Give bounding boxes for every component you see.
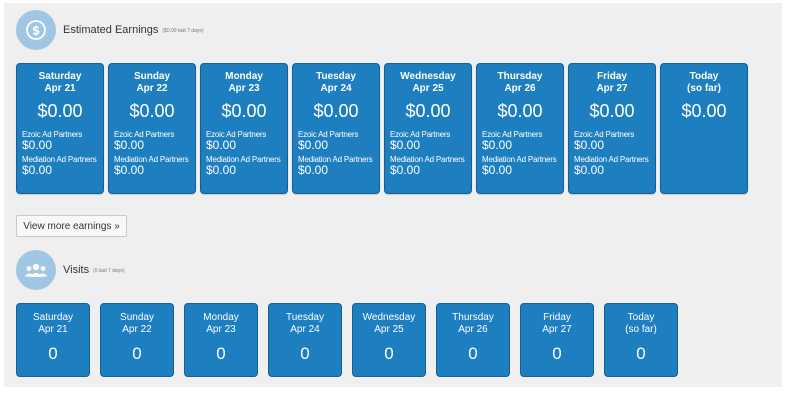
visits-icon-circle	[16, 250, 56, 290]
visits-card-saturday: Saturday Apr 21 0	[16, 303, 90, 377]
card-day: Wednesday	[362, 312, 416, 323]
card-day: Tuesday	[316, 71, 356, 82]
card-date: Apr 23	[228, 83, 260, 94]
card-date: Apr 27	[596, 83, 628, 94]
card-day: Saturday	[38, 71, 82, 82]
earnings-title: Estimated Earnings	[63, 24, 159, 36]
card-day: Friday	[543, 312, 571, 323]
earnings-card-thursday: Thursday Apr 26 $0.00 Ezoic Ad Partners …	[476, 63, 564, 194]
partner-value-mediation: $0.00	[574, 163, 605, 177]
partner-value-ezoic: $0.00	[114, 138, 145, 152]
card-date: Apr 23	[206, 324, 236, 335]
card-date: (so far)	[687, 83, 721, 94]
card-date: Apr 21	[38, 324, 68, 335]
partner-value-mediation: $0.00	[22, 163, 53, 177]
visits-card-thursday: Thursday Apr 26 0	[436, 303, 510, 377]
card-day: Thursday	[452, 312, 494, 323]
dollar-coin-icon: $	[26, 20, 46, 40]
card-date: Apr 26	[504, 83, 536, 94]
card-day: Wednesday	[400, 71, 456, 82]
card-date: Apr 24	[320, 83, 352, 94]
card-day: Sunday	[133, 71, 171, 82]
earnings-card-friday: Friday Apr 27 $0.00 Ezoic Ad Partners $0…	[568, 63, 656, 194]
earnings-card-tuesday: Tuesday Apr 24 $0.00 Ezoic Ad Partners $…	[292, 63, 380, 194]
card-total: $0.00	[129, 101, 175, 121]
card-day: Monday	[203, 312, 239, 323]
visit-count: 0	[384, 344, 394, 363]
card-date: Apr 25	[374, 324, 404, 335]
card-total: $0.00	[221, 101, 267, 121]
card-day: Today	[627, 312, 655, 323]
card-date: Apr 26	[458, 324, 488, 335]
visit-count: 0	[468, 344, 478, 363]
partner-value-mediation: $0.00	[298, 163, 329, 177]
partner-value-mediation: $0.00	[114, 163, 145, 177]
partner-value-ezoic: $0.00	[390, 138, 421, 152]
visit-count: 0	[300, 344, 310, 363]
visits-cards: Saturday Apr 21 0 Sunday Apr 22 0 Monday…	[16, 303, 678, 377]
card-date: Apr 24	[290, 324, 320, 335]
visits-card-tuesday: Tuesday Apr 24 0	[268, 303, 342, 377]
card-date: Apr 22	[136, 83, 168, 94]
card-date: Apr 25	[412, 83, 444, 94]
card-day: Monday	[225, 71, 263, 82]
visits-card-wednesday: Wednesday Apr 25 0	[352, 303, 426, 377]
partner-value-mediation: $0.00	[206, 163, 237, 177]
earnings-icon-circle: $	[16, 10, 56, 50]
card-date: (so far)	[625, 324, 657, 335]
card-total: $0.00	[589, 101, 635, 121]
card-day: Tuesday	[286, 312, 324, 323]
visits-header: Visits (0 last 7 days)	[16, 250, 125, 290]
visits-title: Visits	[63, 264, 90, 276]
view-more-earnings-button[interactable]: View more earnings »	[16, 215, 127, 237]
visits-subtitle: (0 last 7 days)	[93, 268, 125, 274]
card-total: $0.00	[405, 101, 451, 121]
visits-card-monday: Monday Apr 23 0	[184, 303, 258, 377]
card-day: Today	[689, 71, 719, 82]
card-day: Sunday	[120, 312, 154, 323]
card-total: $0.00	[313, 101, 359, 121]
visits-card-friday: Friday Apr 27 0	[520, 303, 594, 377]
partner-value-mediation: $0.00	[482, 163, 513, 177]
visits-card-today: Today (so far) 0	[604, 303, 678, 377]
visits-card-sunday: Sunday Apr 22 0	[100, 303, 174, 377]
visit-count: 0	[132, 344, 142, 363]
partner-value-ezoic: $0.00	[206, 138, 237, 152]
card-day: Saturday	[32, 312, 74, 323]
card-date: Apr 22	[122, 324, 152, 335]
card-date: Apr 27	[542, 324, 572, 335]
partner-value-ezoic: $0.00	[482, 138, 513, 152]
earnings-card-monday: Monday Apr 23 $0.00 Ezoic Ad Partners $0…	[200, 63, 288, 194]
svg-text:$: $	[32, 24, 40, 38]
visit-count: 0	[552, 344, 562, 363]
users-icon	[24, 263, 48, 277]
earnings-header: $ Estimated Earnings ($0.00 last 7 days)	[16, 10, 204, 50]
partner-value-ezoic: $0.00	[22, 138, 53, 152]
partner-value-mediation: $0.00	[390, 163, 421, 177]
card-total: $0.00	[681, 101, 727, 121]
card-day: Friday	[596, 71, 627, 82]
earnings-cards: Saturday Apr 21 $0.00 Ezoic Ad Partners …	[16, 63, 748, 194]
earnings-subtitle: ($0.00 last 7 days)	[162, 28, 204, 34]
visit-count: 0	[636, 344, 646, 363]
earnings-card-sunday: Sunday Apr 22 $0.00 Ezoic Ad Partners $0…	[108, 63, 196, 194]
partner-value-ezoic: $0.00	[574, 138, 605, 152]
earnings-card-wednesday: Wednesday Apr 25 $0.00 Ezoic Ad Partners…	[384, 63, 472, 194]
partner-value-ezoic: $0.00	[298, 138, 329, 152]
card-day: Thursday	[497, 71, 543, 82]
visit-count: 0	[48, 344, 58, 363]
card-date: Apr 21	[44, 83, 76, 94]
earnings-card-today: Today (so far) $0.00	[660, 63, 748, 194]
earnings-card-saturday: Saturday Apr 21 $0.00 Ezoic Ad Partners …	[16, 63, 104, 194]
card-total: $0.00	[37, 101, 83, 121]
visit-count: 0	[216, 344, 226, 363]
card-total: $0.00	[497, 101, 543, 121]
